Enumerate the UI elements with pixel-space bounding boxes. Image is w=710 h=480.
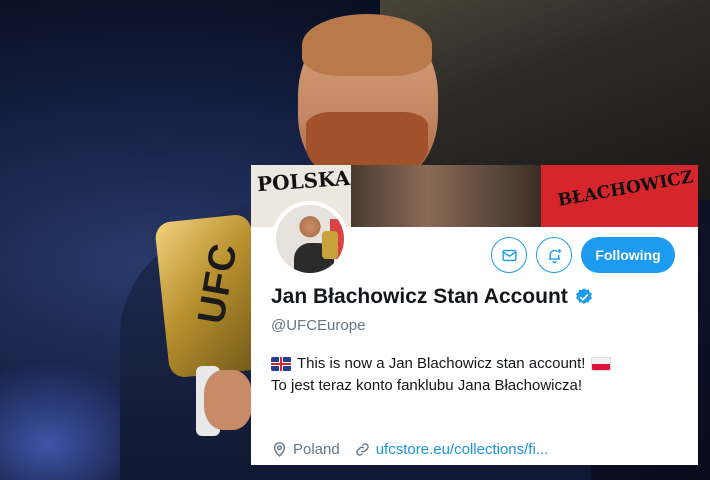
following-button[interactable]: Following: [581, 237, 675, 273]
bio: This is now a Jan Blachowicz stan accoun…: [271, 353, 686, 397]
user-handle: @UFCEurope: [271, 317, 366, 334]
avatar-belt: [322, 231, 338, 259]
profile-card: POLSKA BŁACHOWICZ Following Jan Błachowi…: [251, 165, 698, 465]
poland-flag-icon: [591, 357, 612, 371]
notifications-button[interactable]: [536, 237, 572, 273]
bio-line-1: This is now a Jan Blachowicz stan accoun…: [271, 353, 686, 375]
fighter-hand: [204, 370, 252, 430]
location: Poland: [271, 441, 340, 458]
bell-plus-icon: [548, 248, 561, 263]
name-row: Jan Błachowicz Stan Account: [271, 285, 594, 309]
bio-text-english: This is now a Jan Blachowicz stan accoun…: [297, 355, 586, 372]
website-link[interactable]: ufcstore.eu/collections/fi...: [376, 441, 549, 458]
fighter-hair: [302, 14, 432, 76]
display-name: Jan Błachowicz Stan Account: [271, 285, 568, 308]
profile-meta: Poland ufcstore.eu/collections/fi...: [271, 441, 548, 458]
location-text: Poland: [293, 441, 340, 458]
uk-flag-icon: [271, 357, 291, 371]
mail-icon: [501, 249, 517, 261]
bio-text-polish: To jest teraz konto fanklubu Jana Błacho…: [271, 377, 583, 394]
location-pin-icon: [273, 442, 286, 457]
bio-line-2: To jest teraz konto fanklubu Jana Błacho…: [271, 375, 686, 397]
banner-photo: [351, 165, 541, 227]
website[interactable]: ufcstore.eu/collections/fi...: [354, 441, 549, 458]
message-button[interactable]: [491, 237, 527, 273]
verified-badge-icon: [575, 288, 592, 304]
link-icon: [355, 443, 369, 456]
avatar[interactable]: [272, 201, 348, 277]
